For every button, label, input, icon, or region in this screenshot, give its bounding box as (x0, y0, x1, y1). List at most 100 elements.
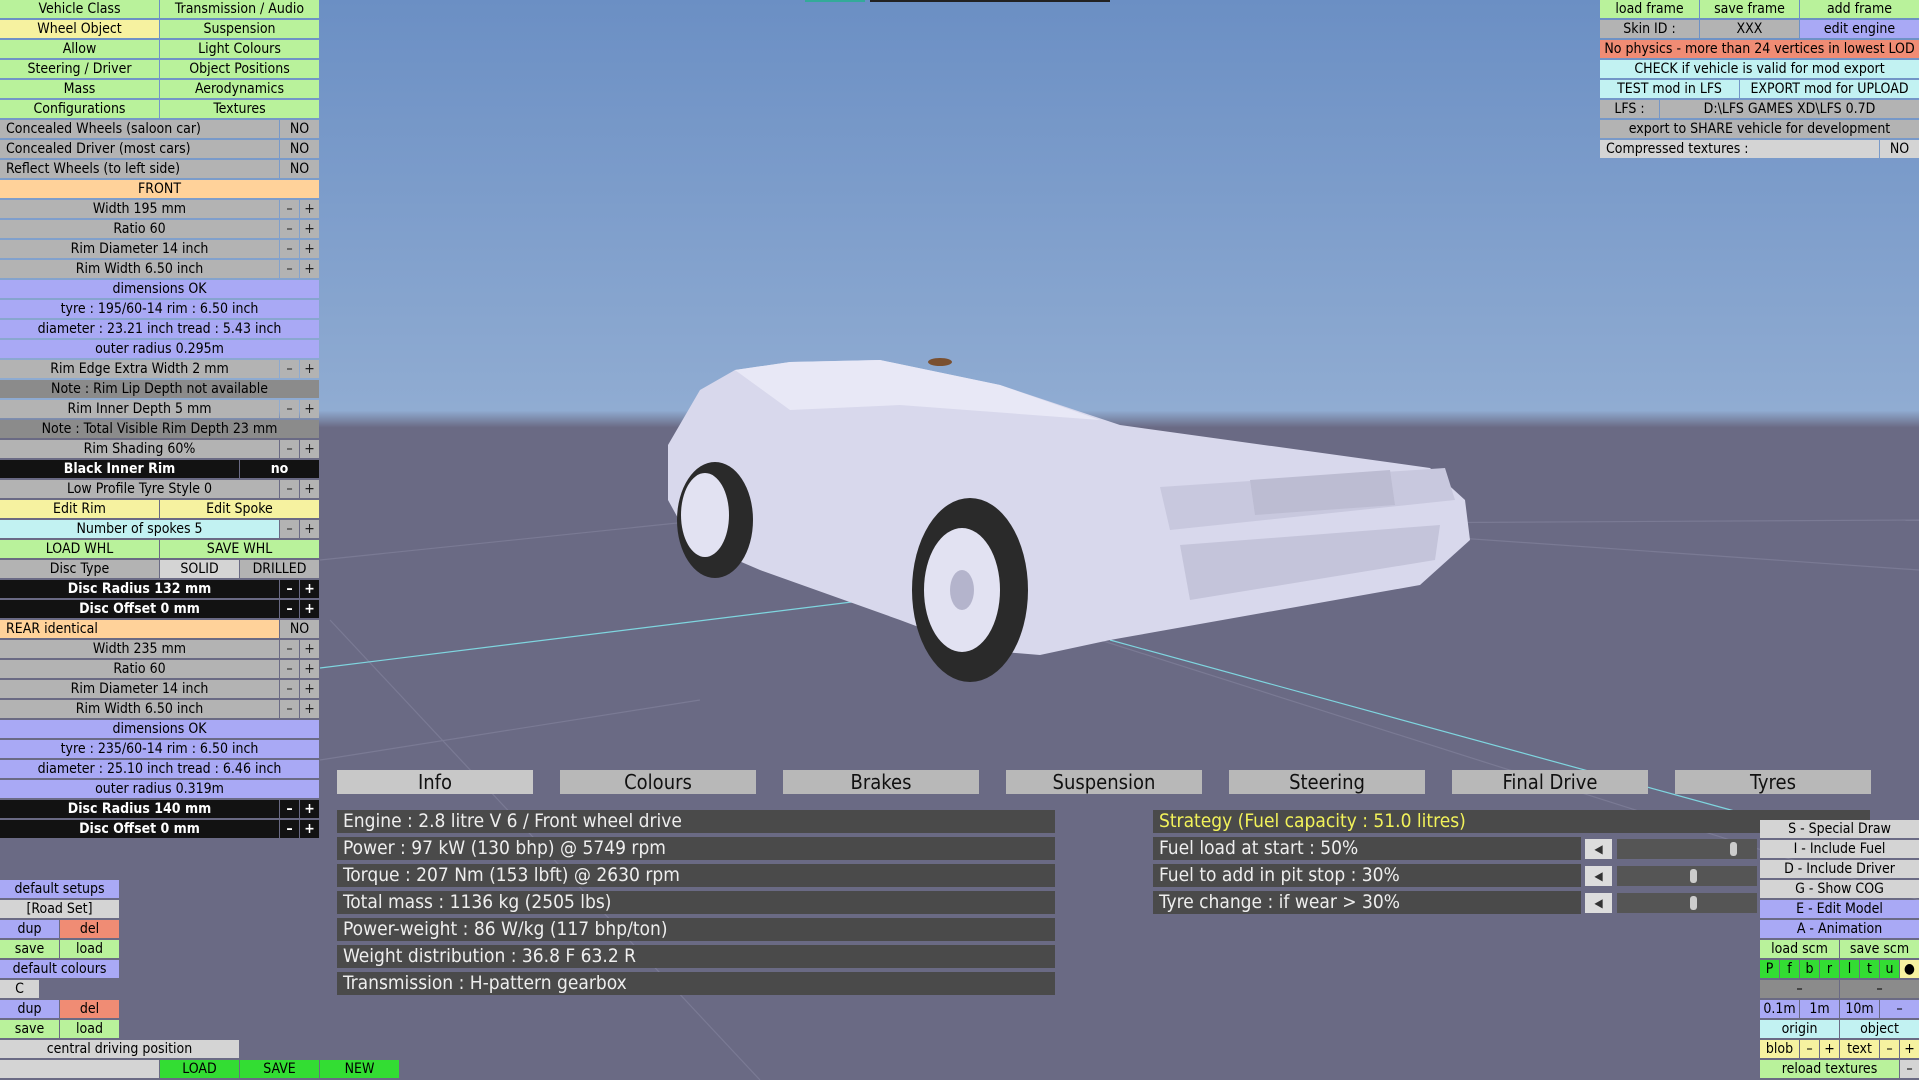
menu-vehicle-class[interactable]: Vehicle Class (0, 0, 159, 18)
step-1m-button[interactable]: 1m (1800, 1000, 1839, 1018)
concealed-driver-toggle[interactable]: NO (280, 140, 319, 158)
object-button[interactable]: object (1840, 1020, 1919, 1038)
front-rim-diameter-plus[interactable]: + (300, 240, 319, 258)
rear-ratio-plus[interactable]: + (300, 660, 319, 678)
view-l-toggle[interactable]: l (1840, 960, 1859, 978)
edit-rim-button[interactable]: Edit Rim (0, 500, 159, 518)
disc-type-drilled[interactable]: DRILLED (240, 560, 319, 578)
black-inner-rim-toggle[interactable]: no (240, 460, 319, 478)
rear-rim-diameter-plus[interactable]: + (300, 680, 319, 698)
edit-model-button[interactable]: E - Edit Model (1760, 900, 1919, 918)
load-frame-button[interactable]: load frame (1600, 0, 1699, 18)
view-r-toggle[interactable]: r (1820, 960, 1839, 978)
front-rim-shading-plus[interactable]: + (300, 440, 319, 458)
setup-load-button[interactable]: load (60, 940, 119, 958)
front-rim-inner-minus[interactable]: – (280, 400, 299, 418)
tyre-change-slider[interactable] (1617, 893, 1757, 913)
view-dot-toggle[interactable]: ● (1900, 960, 1919, 978)
step-minus-button[interactable]: – (1880, 1000, 1919, 1018)
menu-transmission-audio[interactable]: Transmission / Audio (160, 0, 319, 18)
menu-steering-driver[interactable]: Steering / Driver (0, 60, 159, 78)
menu-suspension[interactable]: Suspension (160, 20, 319, 38)
spokes-minus[interactable]: – (280, 520, 299, 538)
save-whl-button[interactable]: SAVE WHL (160, 540, 319, 558)
fuel-pit-knob[interactable] (1690, 869, 1698, 883)
skin-id-field[interactable]: XXX (1700, 20, 1799, 38)
text-plus[interactable]: + (1900, 1040, 1919, 1058)
menu-wheel-object[interactable]: Wheel Object (0, 20, 159, 38)
front-disc-radius-plus[interactable]: + (300, 580, 319, 598)
setup-dup-button[interactable]: dup (0, 920, 59, 938)
colour-load-button[interactable]: load (60, 1020, 119, 1038)
include-driver-button[interactable]: D - Include Driver (1760, 860, 1919, 878)
tab-suspension[interactable]: Suspension (1006, 770, 1202, 794)
edit-engine-button[interactable]: edit engine (1800, 20, 1919, 38)
step-10m-button[interactable]: 10m (1840, 1000, 1879, 1018)
central-driving-position[interactable]: central driving position (0, 1040, 239, 1058)
menu-configurations[interactable]: Configurations (0, 100, 159, 118)
setup-del-button[interactable]: del (60, 920, 119, 938)
default-setups-button[interactable]: default setups (0, 880, 119, 898)
front-disc-radius-minus[interactable]: – (280, 580, 299, 598)
lfs-path-field[interactable]: D:\LFS GAMES XD\LFS 0.7D (1660, 100, 1919, 118)
fuel-start-decrease[interactable]: ◀ (1585, 839, 1612, 859)
vehicle-save-button[interactable]: SAVE (240, 1060, 319, 1078)
colour-save-button[interactable]: save (0, 1020, 59, 1038)
front-rim-edge-plus[interactable]: + (300, 360, 319, 378)
menu-light-colours[interactable]: Light Colours (160, 40, 319, 58)
front-rim-width-plus[interactable]: + (300, 260, 319, 278)
include-fuel-button[interactable]: I - Include Fuel (1760, 840, 1919, 858)
text-button[interactable]: text (1840, 1040, 1879, 1058)
rear-disc-offset-minus[interactable]: – (280, 820, 299, 838)
load-scm-button[interactable]: load scm (1760, 940, 1839, 958)
view-f-toggle[interactable]: f (1780, 960, 1799, 978)
blob-minus[interactable]: – (1800, 1040, 1819, 1058)
front-disc-offset-plus[interactable]: + (300, 600, 319, 618)
rear-ratio-minus[interactable]: – (280, 660, 299, 678)
rear-width-minus[interactable]: – (280, 640, 299, 658)
colour-dup-button[interactable]: dup (0, 1000, 59, 1018)
rear-disc-offset-plus[interactable]: + (300, 820, 319, 838)
rear-identical-toggle[interactable]: NO (280, 620, 319, 638)
tab-final-drive[interactable]: Final Drive (1452, 770, 1648, 794)
front-rim-diameter-minus[interactable]: – (280, 240, 299, 258)
step-minus-left[interactable]: – (1760, 980, 1839, 998)
default-colours-button[interactable]: default colours (0, 960, 119, 978)
special-draw-button[interactable]: S - Special Draw (1760, 820, 1919, 838)
colour-del-button[interactable]: del (60, 1000, 119, 1018)
fuel-pit-slider[interactable] (1617, 866, 1757, 886)
fuel-pit-decrease[interactable]: ◀ (1585, 866, 1612, 886)
disc-type-solid[interactable]: SOLID (160, 560, 239, 578)
edit-spoke-button[interactable]: Edit Spoke (160, 500, 319, 518)
tab-tyres[interactable]: Tyres (1675, 770, 1871, 794)
low-profile-plus[interactable]: + (300, 480, 319, 498)
view-b-toggle[interactable]: b (1800, 960, 1819, 978)
text-minus[interactable]: – (1880, 1040, 1899, 1058)
tab-brakes[interactable]: Brakes (783, 770, 979, 794)
origin-button[interactable]: origin (1760, 1020, 1839, 1038)
tyre-change-knob[interactable] (1690, 896, 1698, 910)
reload-textures-button[interactable]: reload textures (1760, 1060, 1899, 1078)
colour-c-selector[interactable]: C (0, 980, 39, 998)
reflect-wheels-toggle[interactable]: NO (280, 160, 319, 178)
menu-textures[interactable]: Textures (160, 100, 319, 118)
load-whl-button[interactable]: LOAD WHL (0, 540, 159, 558)
compressed-textures-toggle[interactable]: NO (1880, 140, 1919, 158)
spokes-plus[interactable]: + (300, 520, 319, 538)
vehicle-new-button[interactable]: NEW (320, 1060, 399, 1078)
fuel-start-slider[interactable] (1617, 839, 1757, 859)
menu-aerodynamics[interactable]: Aerodynamics (160, 80, 319, 98)
check-mod-button[interactable]: CHECK if vehicle is valid for mod export (1600, 60, 1919, 78)
vehicle-load-button[interactable]: LOAD (160, 1060, 239, 1078)
tab-steering[interactable]: Steering (1229, 770, 1425, 794)
add-frame-button[interactable]: add frame (1800, 0, 1919, 18)
fuel-start-knob[interactable] (1730, 842, 1738, 856)
export-share-button[interactable]: export to SHARE vehicle for development (1600, 120, 1919, 138)
vehicle-name-field[interactable] (0, 1060, 159, 1078)
rear-rim-width-plus[interactable]: + (300, 700, 319, 718)
rear-disc-radius-minus[interactable]: – (280, 800, 299, 818)
rear-rim-diameter-minus[interactable]: – (280, 680, 299, 698)
front-width-minus[interactable]: – (280, 200, 299, 218)
front-rim-inner-plus[interactable]: + (300, 400, 319, 418)
front-disc-offset-minus[interactable]: – (280, 600, 299, 618)
